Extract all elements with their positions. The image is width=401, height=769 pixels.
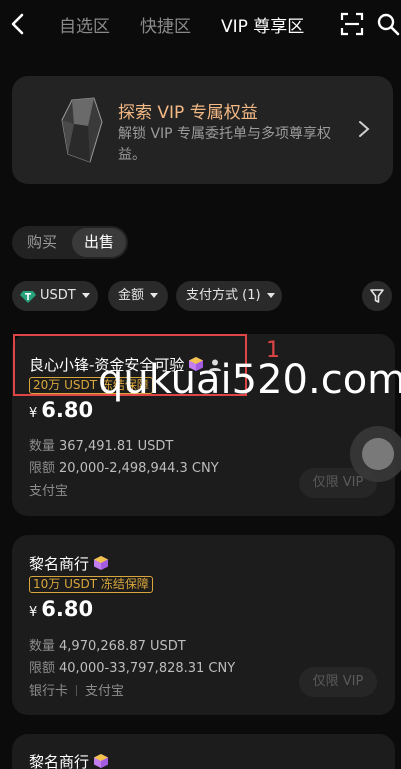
- guarantee-badge: 10万 USDT 冻结保障: [29, 576, 153, 593]
- top-nav: 自选区 快捷区 VIP 尊享区: [0, 0, 401, 48]
- quantity-row: 数量 367,491.81 USDT: [29, 435, 173, 454]
- coin-filter[interactable]: USDT: [12, 281, 98, 311]
- limit-value: 20,000-2,498,944.3 CNY: [59, 461, 219, 476]
- payment-methods: 支付宝: [29, 480, 68, 499]
- verified-cube-icon: [94, 754, 109, 768]
- payment-filter-label: 支付方式 (1): [186, 288, 261, 303]
- caret-down-icon: [150, 293, 159, 298]
- merchant-name[interactable]: 黎名商行: [29, 751, 109, 769]
- payment-filter[interactable]: 支付方式 (1): [176, 281, 282, 311]
- tab-vip[interactable]: VIP 尊享区: [221, 12, 304, 37]
- payment-method: 银行卡: [29, 684, 69, 699]
- buy-tab[interactable]: 购买: [14, 228, 70, 257]
- limit-label: 限额: [29, 461, 56, 476]
- ad-price: ¥6.80: [29, 398, 93, 422]
- limit-row: 限额 40,000-33,797,828.31 CNY: [29, 657, 235, 676]
- caret-down-icon: [81, 293, 90, 298]
- tab-favorites[interactable]: 自选区: [59, 12, 110, 37]
- ad-price: ¥6.80: [29, 597, 93, 621]
- currency-symbol: ¥: [29, 406, 38, 421]
- price-value: 6.80: [41, 597, 94, 621]
- merchant-name[interactable]: 黎名商行: [29, 553, 109, 574]
- merchant-name-text: 黎名商行: [29, 555, 90, 573]
- sell-tab[interactable]: 出售: [72, 228, 126, 257]
- quantity-value: 367,491.81 USDT: [59, 439, 174, 454]
- quantity-label: 数量: [29, 639, 56, 654]
- limit-value: 40,000-33,797,828.31 CNY: [59, 661, 236, 676]
- search-icon[interactable]: [376, 12, 400, 36]
- limit-label: 限额: [29, 661, 56, 676]
- currency-symbol: ¥: [29, 605, 38, 620]
- verified-cube-icon: [94, 556, 109, 570]
- coin-filter-label: USDT: [40, 288, 76, 303]
- filter-funnel-icon[interactable]: [362, 281, 392, 311]
- quantity-label: 数量: [29, 439, 56, 454]
- floating-assistive-button[interactable]: [350, 426, 401, 482]
- watermark: qukuai520.com: [98, 357, 401, 403]
- ad-card[interactable]: 黎名商行 10万 USDT 冻结保障 ¥6.80 数量 4,970,268.87 …: [12, 535, 395, 715]
- vip-only-button[interactable]: 仅限 VIP: [299, 667, 377, 697]
- merchant-name-text: 黎名商行: [29, 753, 90, 769]
- separator: [76, 685, 78, 696]
- payment-methods: 银行卡 支付宝: [29, 680, 124, 699]
- payment-method: 支付宝: [85, 684, 125, 699]
- caret-down-icon: [266, 293, 275, 298]
- scan-icon[interactable]: [340, 12, 364, 36]
- tab-express[interactable]: 快捷区: [140, 12, 191, 37]
- quantity-row: 数量 4,970,268.87 USDT: [29, 635, 186, 654]
- tether-icon: [20, 290, 36, 303]
- limit-row: 限额 20,000-2,498,944.3 CNY: [29, 457, 219, 476]
- crystal-icon: [61, 97, 103, 163]
- price-value: 6.80: [41, 398, 94, 422]
- banner-description: 解锁 VIP 专属委托单与多项尊享权益。: [118, 126, 332, 163]
- ad-card[interactable]: 黎名商行: [12, 734, 395, 769]
- back-arrow-icon[interactable]: [6, 10, 30, 38]
- amount-filter-label: 金额: [118, 288, 145, 303]
- payment-method: 支付宝: [29, 484, 69, 499]
- chevron-right-icon[interactable]: [356, 119, 372, 139]
- banner-title: 探索 VIP 专属权益: [118, 103, 258, 123]
- amount-filter[interactable]: 金额: [108, 281, 168, 311]
- buy-sell-toggle: 购买 出售: [12, 226, 128, 259]
- quantity-value: 4,970,268.87 USDT: [59, 639, 186, 654]
